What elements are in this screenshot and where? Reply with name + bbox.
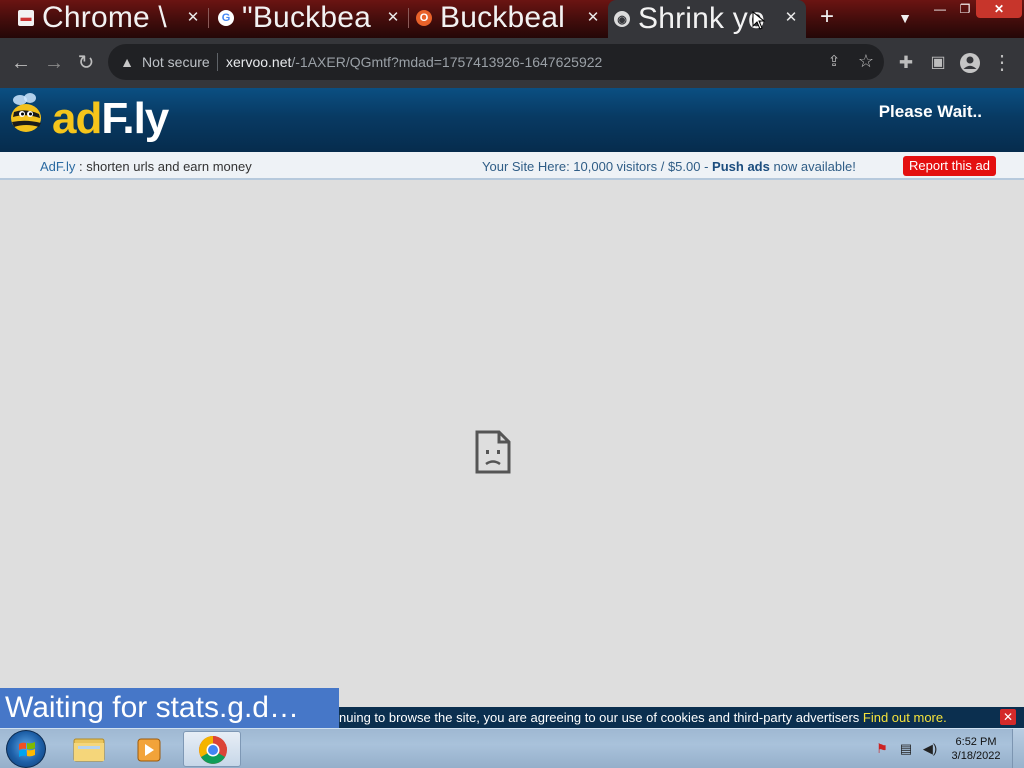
tab-title: "Buckbea [242, 1, 371, 34]
tab-chrome[interactable]: ▬ Chrome \ ✕ [12, 0, 208, 36]
tab-strip: ▬ Chrome \ ✕ G "Buckbea ✕ O Buckbeal ✕ ◉… [0, 0, 1024, 38]
tab-separator [208, 8, 209, 28]
chrome-web-store-icon: ▬ [18, 10, 34, 26]
adfly-logo[interactable]: adF.ly [8, 90, 169, 148]
address-bar[interactable]: ▲ Not secure xervoo.net/-1AXER/QGmtf?mda… [108, 44, 884, 80]
tagline: AdF.ly : shorten urls and earn money [40, 159, 252, 174]
bee-icon [11, 93, 41, 132]
clock-time: 6:52 PM [955, 736, 997, 748]
media-player-icon [137, 738, 161, 762]
logo-ad: ad [52, 94, 102, 143]
tab-close-icon[interactable]: ✕ [384, 9, 402, 27]
omnibox-divider [217, 53, 218, 71]
tab-search-icon[interactable]: ▼ [893, 6, 917, 30]
please-wait-text: Please Wait.. [878, 102, 982, 121]
clock-date: 3/18/2022 [951, 750, 1001, 762]
url-host: xervoo.net [226, 54, 292, 70]
logo-f: F [101, 94, 123, 143]
windows-logo-icon [19, 742, 35, 757]
system-clock[interactable]: 6:52 PM 3/18/2022 [950, 735, 1002, 763]
google-icon: G [218, 10, 234, 26]
report-ad-button[interactable]: Report this ad [903, 156, 996, 176]
restore-icon[interactable]: ❐ [953, 0, 977, 18]
reload-icon[interactable]: ↻ [73, 50, 99, 76]
tab-buckbeak-google[interactable]: G "Buckbea ✕ [212, 0, 408, 36]
browser-toolbar: ← → ↻ ▲ Not secure xervoo.net/-1AXER/QGm… [0, 38, 1024, 88]
taskbar-explorer[interactable] [60, 731, 118, 767]
sad-page-icon [475, 430, 511, 474]
cookie-message: nuing to browse the site, you are agreei… [339, 710, 863, 725]
windows-taskbar: ⚑ ▤ ◀) 6:52 PM 3/18/2022 [0, 728, 1024, 768]
status-bubble: Waiting for stats.g.d… [0, 688, 339, 728]
tab-shrink-active[interactable]: ◉ Shrink yo ✕ [608, 0, 806, 38]
tab-title: Shrink yo [638, 2, 765, 35]
ad-frame-content [0, 180, 1024, 708]
advertise-link[interactable]: Your Site Here: 10,000 visitors / $5.00 … [482, 159, 856, 174]
tab-close-icon[interactable]: ✕ [584, 9, 602, 27]
window-close-icon[interactable]: ✕ [976, 0, 1022, 18]
side-panel-icon[interactable]: ▣ [925, 50, 951, 76]
network-icon[interactable]: ▤ [898, 741, 914, 757]
tab-close-icon[interactable]: ✕ [782, 9, 800, 27]
profile-avatar-icon[interactable] [957, 50, 983, 76]
start-button[interactable] [6, 730, 46, 768]
adfly-brand-link[interactable]: AdF.ly [40, 159, 75, 174]
bookmark-star-icon[interactable]: ☆ [856, 51, 876, 71]
forward-icon[interactable]: → [41, 50, 67, 76]
action-center-flag-icon[interactable]: ⚑ [874, 741, 890, 757]
tab-close-icon[interactable]: ✕ [184, 9, 202, 27]
cookie-text: nuing to browse the site, you are agreei… [339, 707, 947, 728]
kebab-menu-icon[interactable]: ⋮ [989, 50, 1015, 76]
minimize-icon[interactable]: — [928, 0, 952, 18]
screen: ▬ Chrome \ ✕ G "Buckbea ✕ O Buckbeal ✕ ◉… [0, 0, 1024, 768]
opera-icon: O [416, 10, 432, 26]
folder-icon [73, 738, 105, 762]
show-desktop-button[interactable] [1012, 729, 1024, 768]
push-ads-link[interactable]: Push ads [712, 159, 770, 174]
new-tab-button[interactable]: + [814, 5, 840, 31]
logo-ly: .ly [122, 94, 169, 143]
adfly-wordmark: adF.ly [52, 94, 169, 144]
taskbar-chrome[interactable] [183, 731, 241, 767]
adfly-info-bar: AdF.ly : shorten urls and earn money You… [0, 152, 1024, 180]
mouse-cursor-icon [752, 11, 766, 30]
advertise-pre: Your Site Here: 10,000 visitors / $5.00 … [482, 159, 713, 174]
find-out-more-link[interactable]: Find out more. [863, 710, 947, 725]
globe-icon: ◉ [614, 11, 630, 27]
warning-icon[interactable]: ▲ [118, 53, 136, 71]
back-icon[interactable]: ← [8, 50, 34, 76]
extensions-puzzle-icon[interactable]: ✚ [893, 50, 919, 76]
url-path: /-1AXER/QGmtf?mdad=1757413926-1647625922 [291, 54, 603, 70]
tagline-text: : shorten urls and earn money [75, 159, 252, 174]
tab-buckbeak[interactable]: O Buckbeal ✕ [410, 0, 608, 36]
tab-separator [408, 8, 409, 28]
tab-title: Chrome \ [42, 1, 167, 34]
share-icon[interactable]: ⇪ [824, 52, 844, 72]
cookie-close-icon[interactable]: ✕ [1000, 709, 1016, 725]
taskbar-media-player[interactable] [120, 731, 178, 767]
advertise-post: now available! [769, 159, 856, 174]
chrome-icon [199, 736, 227, 764]
adfly-header: adF.ly Please Wait.. [0, 88, 1024, 152]
tab-title: Buckbeal [440, 1, 566, 34]
security-label[interactable]: Not secure [142, 54, 210, 70]
url-text[interactable]: xervoo.net/-1AXER/QGmtf?mdad=1757413926-… [226, 54, 602, 70]
volume-icon[interactable]: ◀) [922, 741, 938, 757]
